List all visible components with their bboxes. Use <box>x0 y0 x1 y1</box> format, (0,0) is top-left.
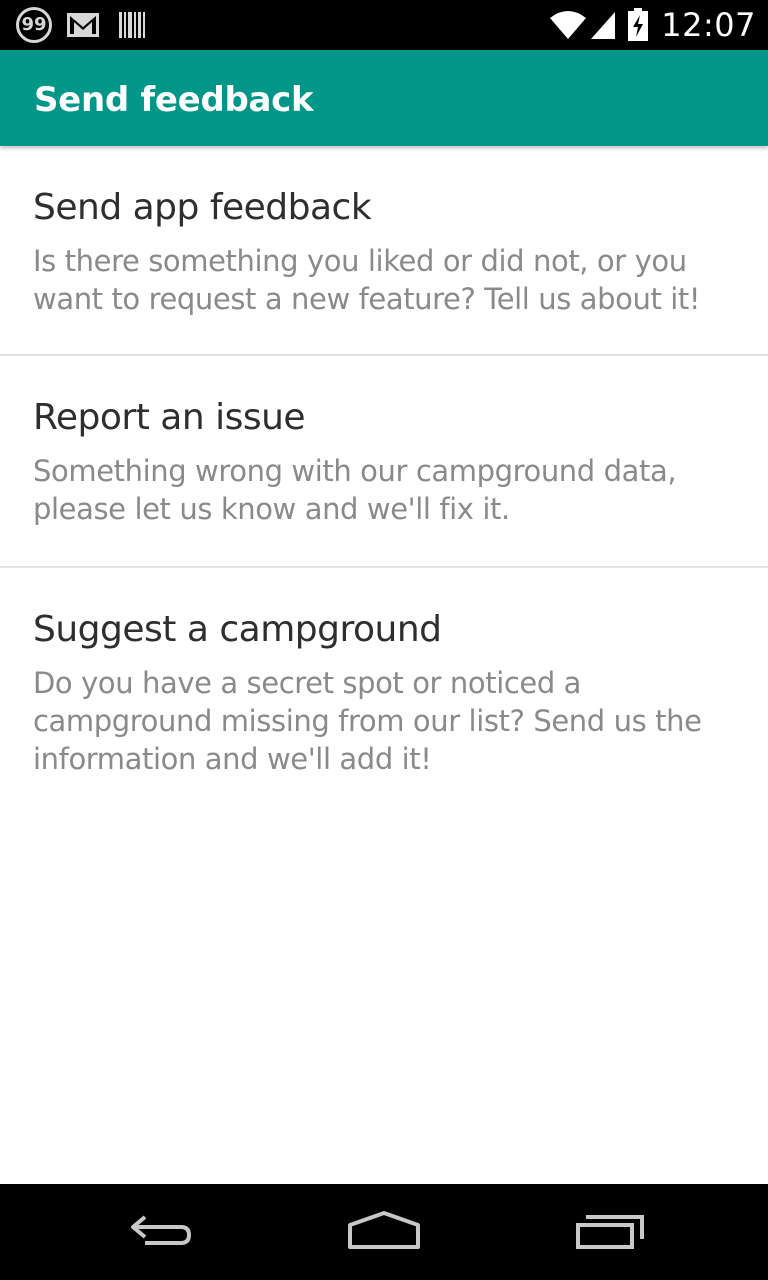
feedback-options-list: Send app feedback Is there something you… <box>0 146 768 798</box>
recents-icon <box>576 1215 644 1249</box>
home-icon <box>348 1211 420 1249</box>
battery-charging-icon <box>628 8 649 41</box>
page-title: Send feedback <box>34 80 314 120</box>
home-button[interactable] <box>344 1206 424 1256</box>
notification-count-icon: 99 <box>16 7 52 43</box>
list-item-description: Is there something you liked or did not,… <box>33 244 701 316</box>
status-clock: 12:07 <box>661 6 756 44</box>
list-item-description: Do you have a secret spot or noticed a c… <box>33 666 702 776</box>
signal-icon <box>591 12 616 39</box>
app-bar: Send feedback <box>0 50 768 146</box>
list-item-title: Report an issue <box>33 397 306 438</box>
status-system: 12:07 <box>549 0 756 50</box>
status-bar: 99 12:07 <box>0 0 768 50</box>
list-item-description: Something wrong with our campground data… <box>33 454 677 526</box>
list-item-suggest-campground[interactable]: Suggest a campground Do you have a secre… <box>0 568 768 798</box>
status-notifications: 99 <box>16 7 146 43</box>
gmail-icon <box>67 13 99 37</box>
recents-button[interactable] <box>570 1206 650 1256</box>
barcode-icon <box>119 12 145 38</box>
back-icon <box>131 1215 192 1245</box>
back-button[interactable] <box>120 1206 200 1256</box>
list-item-title: Suggest a campground <box>33 609 442 650</box>
list-item-send-app-feedback[interactable]: Send app feedback Is there something you… <box>0 146 768 354</box>
list-item-title: Send app feedback <box>33 187 372 228</box>
wifi-icon <box>550 11 587 39</box>
navigation-bar <box>0 1184 768 1280</box>
list-item-report-issue[interactable]: Report an issue Something wrong with our… <box>0 356 768 566</box>
